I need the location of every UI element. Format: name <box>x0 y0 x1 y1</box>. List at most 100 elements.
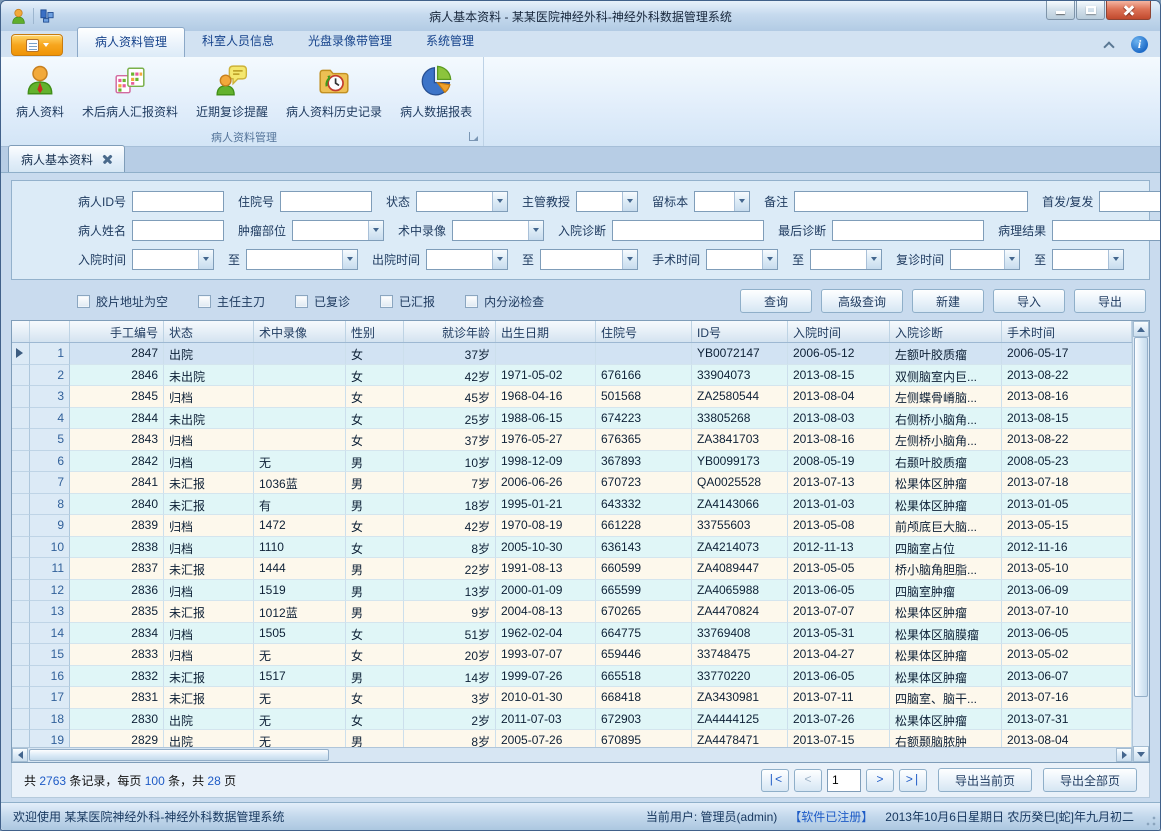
patient-id-field[interactable] <box>132 191 224 212</box>
table-row[interactable]: 112837未汇报1444男22岁1991-08-13660599ZA40894… <box>12 558 1132 580</box>
table-row[interactable]: 102838归档1110女8岁2005-10-30636143ZA4214073… <box>12 537 1132 559</box>
maximize-button[interactable] <box>1076 1 1105 20</box>
revisited-checkbox[interactable]: 已复诊 <box>295 293 350 310</box>
table-row[interactable]: 142834归档1505女51岁1962-02-0466477533769408… <box>12 623 1132 645</box>
scroll-left-button[interactable] <box>12 748 28 762</box>
export-all-pages-button[interactable]: 导出全部页 <box>1043 768 1137 792</box>
page-input[interactable] <box>827 769 861 792</box>
status-combo[interactable] <box>416 191 508 212</box>
advanced-query-button[interactable]: 高级查询 <box>821 289 903 313</box>
table-row[interactable]: 52843归档女37岁1976-05-27676365ZA38417032013… <box>12 429 1132 451</box>
first-page-button[interactable]: |< <box>761 769 789 792</box>
vertical-scrollbar[interactable] <box>1132 321 1149 762</box>
discharge-to-combo-dropdown-button[interactable] <box>622 250 637 269</box>
col-age[interactable]: 就诊年龄 <box>404 321 496 342</box>
table-row[interactable]: 162832未汇报1517男14岁1999-07-266655183377022… <box>12 666 1132 688</box>
table-row[interactable]: 12847出院女37岁YB00721472006-05-12左额叶胶质瘤2006… <box>12 343 1132 365</box>
revisit-to-combo-dropdown-button[interactable] <box>1108 250 1123 269</box>
col-inpatient-no[interactable]: 住院号 <box>596 321 692 342</box>
table-row[interactable]: 32845归档女45岁1968-04-16501568ZA25805442013… <box>12 386 1132 408</box>
col-admit-date[interactable]: 入院时间 <box>788 321 890 342</box>
col-id-no[interactable]: ID号 <box>692 321 788 342</box>
app-logo-icon[interactable] <box>10 8 27 25</box>
tumor-site-combo-dropdown-button[interactable] <box>368 221 383 240</box>
table-row[interactable]: 172831未汇报无女3岁2010-01-30668418ZA343098120… <box>12 687 1132 709</box>
col-birthdate[interactable]: 出生日期 <box>496 321 596 342</box>
professor-combo-dropdown-button[interactable] <box>622 192 637 211</box>
tab-system[interactable]: 系统管理 <box>409 27 491 57</box>
col-gender[interactable]: 性别 <box>346 321 404 342</box>
postop-report-button[interactable]: 术后病人汇报资料 <box>73 60 187 122</box>
specimen-combo-dropdown-button[interactable] <box>734 192 749 211</box>
doc-tab-patient-basic-info[interactable]: 病人基本资料 <box>8 145 125 172</box>
patient-name-field[interactable] <box>132 220 224 241</box>
layout-icon[interactable] <box>40 9 54 23</box>
new-button[interactable]: 新建 <box>912 289 984 313</box>
scroll-down-button[interactable] <box>1133 746 1149 762</box>
vertical-scroll-thumb[interactable] <box>1134 337 1148 697</box>
horizontal-scrollbar[interactable] <box>12 747 1132 762</box>
app-menu-button[interactable] <box>11 34 63 56</box>
discharge-to-combo[interactable] <box>540 249 638 270</box>
horizontal-scroll-thumb[interactable] <box>29 749 329 761</box>
reported-checkbox[interactable]: 已汇报 <box>380 293 435 310</box>
minimize-button[interactable] <box>1046 1 1075 20</box>
tab-close-icon[interactable] <box>103 155 112 164</box>
table-row[interactable]: 42844未出院女25岁1988-06-15674223338052682013… <box>12 408 1132 430</box>
table-row[interactable]: 72841未汇报1036蓝男7岁2006-06-26670723QA002552… <box>12 472 1132 494</box>
table-row[interactable]: 92839归档1472女42岁1970-08-19661228337556032… <box>12 515 1132 537</box>
discharge-from-combo-dropdown-button[interactable] <box>492 250 507 269</box>
tab-disc-management[interactable]: 光盘录像带管理 <box>291 27 409 57</box>
scroll-up-button[interactable] <box>1133 321 1149 337</box>
export-button[interactable]: 导出 <box>1074 289 1146 313</box>
info-icon[interactable]: i <box>1131 36 1148 53</box>
table-row[interactable]: 192829出院无男8岁2005-07-26670895ZA4478471201… <box>12 730 1132 747</box>
table-row[interactable]: 132835未汇报1012蓝男9岁2004-08-13670265ZA44708… <box>12 601 1132 623</box>
revisit-reminder-button[interactable]: 近期复诊提醒 <box>187 60 277 122</box>
admit-from-combo[interactable] <box>132 249 214 270</box>
video-combo[interactable] <box>452 220 544 241</box>
patient-data-button[interactable]: 病人资料 <box>7 60 73 122</box>
last-page-button[interactable]: >| <box>899 769 927 792</box>
table-row[interactable]: 82840未汇报有男18岁1995-01-21643332ZA414306620… <box>12 494 1132 516</box>
col-video[interactable]: 术中录像 <box>254 321 346 342</box>
prev-page-button[interactable]: < <box>794 769 822 792</box>
table-row[interactable]: 62842归档无男10岁1998-12-09367893YB0099173200… <box>12 451 1132 473</box>
status-combo-dropdown-button[interactable] <box>492 192 507 211</box>
patient-history-button[interactable]: 病人资料历史记录 <box>277 60 391 122</box>
revisit-from-combo-dropdown-button[interactable] <box>1004 250 1019 269</box>
col-admit-diagnosis[interactable]: 入院诊断 <box>890 321 1002 342</box>
table-row[interactable]: 22846未出院女42岁1971-05-02676166339040732013… <box>12 365 1132 387</box>
surgery-from-combo[interactable] <box>706 249 778 270</box>
table-row[interactable]: 152833归档无女20岁1993-07-0765944633748475201… <box>12 644 1132 666</box>
admit-to-combo[interactable] <box>246 249 358 270</box>
pathology-field[interactable] <box>1052 220 1161 241</box>
admit-from-combo-dropdown-button[interactable] <box>198 250 213 269</box>
col-manual-no[interactable]: 手工编号 <box>70 321 164 342</box>
tab-patient-management[interactable]: 病人资料管理 <box>77 27 185 57</box>
surgery-from-combo-dropdown-button[interactable] <box>762 250 777 269</box>
discharge-from-combo[interactable] <box>426 249 508 270</box>
import-button[interactable]: 导入 <box>993 289 1065 313</box>
data-report-button[interactable]: 病人数据报表 <box>391 60 481 122</box>
col-surgery-date[interactable]: 手术时间 <box>1002 321 1132 342</box>
remark-field[interactable] <box>794 191 1028 212</box>
tumor-site-combo[interactable] <box>292 220 384 241</box>
revisit-to-combo[interactable] <box>1052 249 1124 270</box>
scroll-right-button[interactable] <box>1116 748 1132 762</box>
film-address-empty-checkbox[interactable]: 胶片地址为空 <box>77 293 168 310</box>
surgery-to-combo-dropdown-button[interactable] <box>866 250 881 269</box>
professor-combo[interactable] <box>576 191 638 212</box>
specimen-combo[interactable] <box>694 191 750 212</box>
export-current-page-button[interactable]: 导出当前页 <box>938 768 1032 792</box>
registered-link[interactable]: 【软件已注册】 <box>789 808 873 825</box>
table-row[interactable]: 182830出院无女2岁2011-07-03672903ZA4444125201… <box>12 709 1132 731</box>
surgery-to-combo[interactable] <box>810 249 882 270</box>
resize-grip[interactable] <box>1146 816 1156 826</box>
admit-diagnosis-field[interactable] <box>612 220 764 241</box>
query-button[interactable]: 查询 <box>740 289 812 313</box>
chief-surgeon-checkbox[interactable]: 主任主刀 <box>198 293 265 310</box>
revisit-from-combo[interactable] <box>950 249 1020 270</box>
dialog-launcher-icon[interactable] <box>469 132 478 141</box>
close-button[interactable] <box>1106 1 1151 20</box>
